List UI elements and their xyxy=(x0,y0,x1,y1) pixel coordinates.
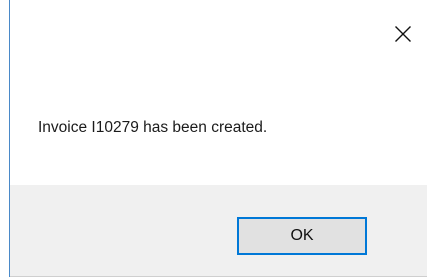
message-dialog: Invoice I10279 has been created. OK xyxy=(9,0,427,277)
close-icon xyxy=(394,25,412,43)
message-area: Invoice I10279 has been created. xyxy=(10,0,427,185)
dialog-button-bar: OK xyxy=(10,185,427,277)
dialog-message: Invoice I10279 has been created. xyxy=(38,119,268,136)
close-button[interactable] xyxy=(379,16,427,52)
ok-button[interactable]: OK xyxy=(237,217,367,255)
